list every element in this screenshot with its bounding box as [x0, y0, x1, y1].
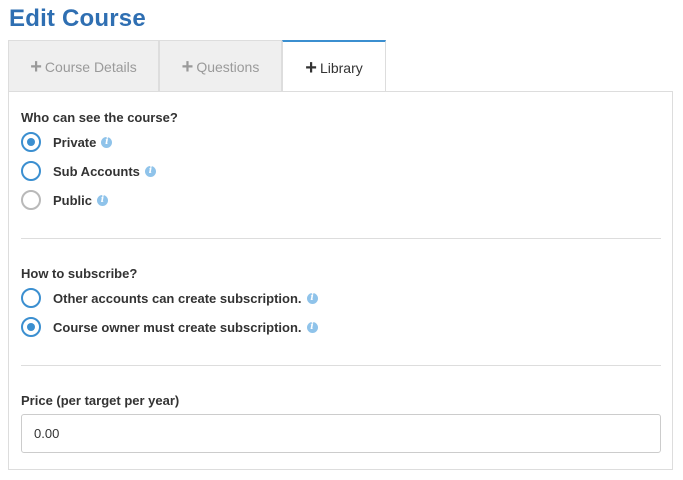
private-radio[interactable] — [21, 132, 41, 152]
page-title: Edit Course — [9, 5, 146, 32]
info-icon[interactable]: i — [306, 321, 318, 333]
section-divider — [21, 238, 661, 239]
tab-bar: + Course Details + Questions + Library — [8, 40, 673, 93]
price-label: Price (per target per year) — [21, 393, 180, 408]
visibility-option-private[interactable]: Private i — [21, 132, 113, 152]
course-owner-radio[interactable] — [21, 317, 41, 337]
tab-questions[interactable]: + Questions — [159, 40, 282, 92]
info-icon[interactable]: i — [144, 165, 156, 177]
plus-icon: + — [305, 56, 317, 79]
visibility-option-public[interactable]: Public i — [21, 190, 109, 210]
public-label: Public — [53, 192, 93, 208]
info-icon[interactable]: i — [306, 292, 318, 304]
subscription-option-other-accounts[interactable]: Other accounts can create subscription. … — [21, 288, 318, 308]
private-label: Private — [53, 134, 97, 150]
course-owner-label: Course owner must create subscription. — [53, 319, 302, 335]
subscription-option-course-owner[interactable]: Course owner must create subscription. i — [21, 317, 318, 337]
subscription-label: How to subscribe? — [21, 266, 138, 281]
visibility-option-sub-accounts[interactable]: Sub Accounts i — [21, 161, 156, 181]
tab-label: Library — [319, 59, 363, 76]
tab-library[interactable]: + Library — [282, 40, 386, 93]
plus-icon: + — [181, 55, 194, 78]
visibility-label: Who can see the course? — [21, 110, 178, 125]
tab-label: Course Details — [44, 58, 137, 75]
info-icon[interactable]: i — [101, 136, 113, 148]
other-accounts-radio[interactable] — [21, 288, 41, 308]
section-divider — [21, 365, 661, 366]
price-input[interactable] — [21, 414, 661, 453]
sub-accounts-label: Sub Accounts — [53, 163, 140, 179]
other-accounts-label: Other accounts can create subscription. — [53, 290, 302, 306]
public-radio[interactable] — [21, 190, 41, 210]
info-icon[interactable]: i — [97, 194, 109, 206]
plus-icon: + — [30, 55, 42, 78]
sub-accounts-radio[interactable] — [21, 161, 41, 181]
tab-course-details[interactable]: + Course Details — [8, 40, 159, 92]
library-panel: Who can see the course? Private i Sub Ac… — [8, 91, 673, 470]
tab-label: Questions — [196, 58, 260, 75]
